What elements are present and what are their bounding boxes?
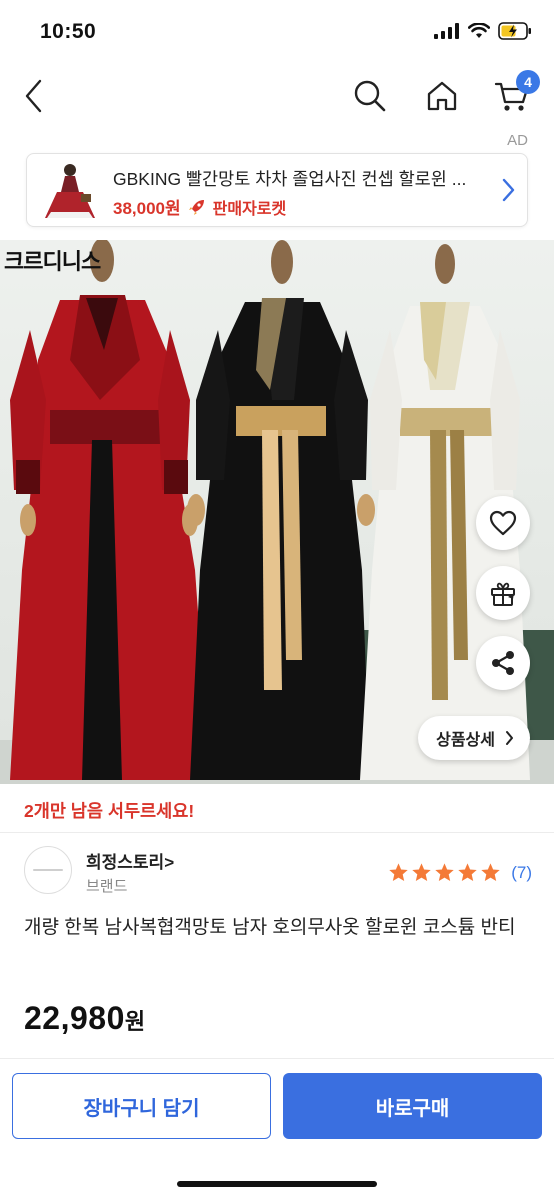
ad-title: GBKING 빨간망토 차차 졸업사진 컨셉 할로윈 ... xyxy=(113,169,467,189)
stock-urgency-text: 2개만 남음 서두르세요! xyxy=(24,801,195,821)
chevron-right-icon xyxy=(506,731,513,745)
star-icon xyxy=(412,863,431,881)
cart-button[interactable]: 4 xyxy=(490,70,540,118)
seller-name-link[interactable]: 희정스토리> xyxy=(86,848,174,873)
ad-rocket-label: 판매자로켓 xyxy=(212,200,287,218)
nav-bar: 4 xyxy=(0,66,554,128)
image-watermark: 크르디니스 xyxy=(4,250,101,275)
chevron-right-icon xyxy=(502,178,515,202)
add-to-cart-button[interactable]: 장바구니 담기 xyxy=(12,1073,271,1139)
battery-icon xyxy=(498,22,531,40)
share-icon xyxy=(492,651,514,675)
bottom-action-bar: 장바구니 담기 바로구매 xyxy=(0,1058,554,1200)
seller-logo-mark xyxy=(33,869,63,871)
star-icon xyxy=(435,863,454,881)
ad-thumbnail xyxy=(45,164,95,218)
signal-icon xyxy=(434,23,459,39)
search-button[interactable] xyxy=(348,74,392,118)
home-button[interactable] xyxy=(420,74,464,118)
price-unit: 원 xyxy=(124,1009,146,1034)
ad-price: 38,000원 xyxy=(113,199,181,218)
search-icon xyxy=(354,80,386,112)
divider xyxy=(0,832,554,833)
rocket-icon xyxy=(188,199,204,215)
cart-count-badge: 4 xyxy=(516,70,540,94)
costume-illustration xyxy=(10,240,530,780)
home-icon xyxy=(427,81,457,111)
price-value: 22,980 xyxy=(24,1000,125,1036)
gift-icon xyxy=(491,582,515,606)
rating[interactable]: (7) xyxy=(388,862,532,883)
status-bar: 10:50 xyxy=(0,0,554,66)
product-title: 개량 한복 남사복협객망토 남자 호의무사옷 할로윈 코스튬 반티 xyxy=(24,917,516,938)
buy-now-button[interactable]: 바로구매 xyxy=(283,1073,542,1139)
ad-price-row: 38,000원 판매자로켓 xyxy=(113,194,286,219)
ad-banner[interactable]: GBKING 빨간망토 차차 졸업사진 컨셉 할로윈 ... 38,000원 판… xyxy=(26,153,528,227)
review-count[interactable]: (7) xyxy=(511,863,532,883)
seller-row[interactable]: 희정스토리> 브랜드 (7) xyxy=(24,846,532,898)
heart-icon xyxy=(489,510,517,536)
wishlist-button[interactable] xyxy=(476,496,530,550)
product-price: 22,980원 xyxy=(24,1000,146,1037)
product-detail-button[interactable]: 상품상세 xyxy=(418,716,530,760)
back-button[interactable] xyxy=(12,74,56,118)
gift-button[interactable] xyxy=(476,566,530,620)
star-icon xyxy=(458,863,477,881)
ad-label: AD xyxy=(507,132,528,149)
seller-logo[interactable] xyxy=(24,846,72,894)
status-time: 10:50 xyxy=(40,20,97,43)
status-icons xyxy=(434,22,532,40)
star-icon xyxy=(389,863,408,881)
star-icon xyxy=(481,863,500,881)
share-button[interactable] xyxy=(476,636,530,690)
product-detail-label: 상품상세 xyxy=(436,732,495,749)
chevron-left-icon xyxy=(25,79,42,113)
seller-type: 브랜드 xyxy=(86,878,128,895)
wifi-icon xyxy=(468,23,490,38)
product-image[interactable]: 크르디니스 상품상세 xyxy=(0,240,554,784)
home-indicator[interactable] xyxy=(177,1181,377,1187)
